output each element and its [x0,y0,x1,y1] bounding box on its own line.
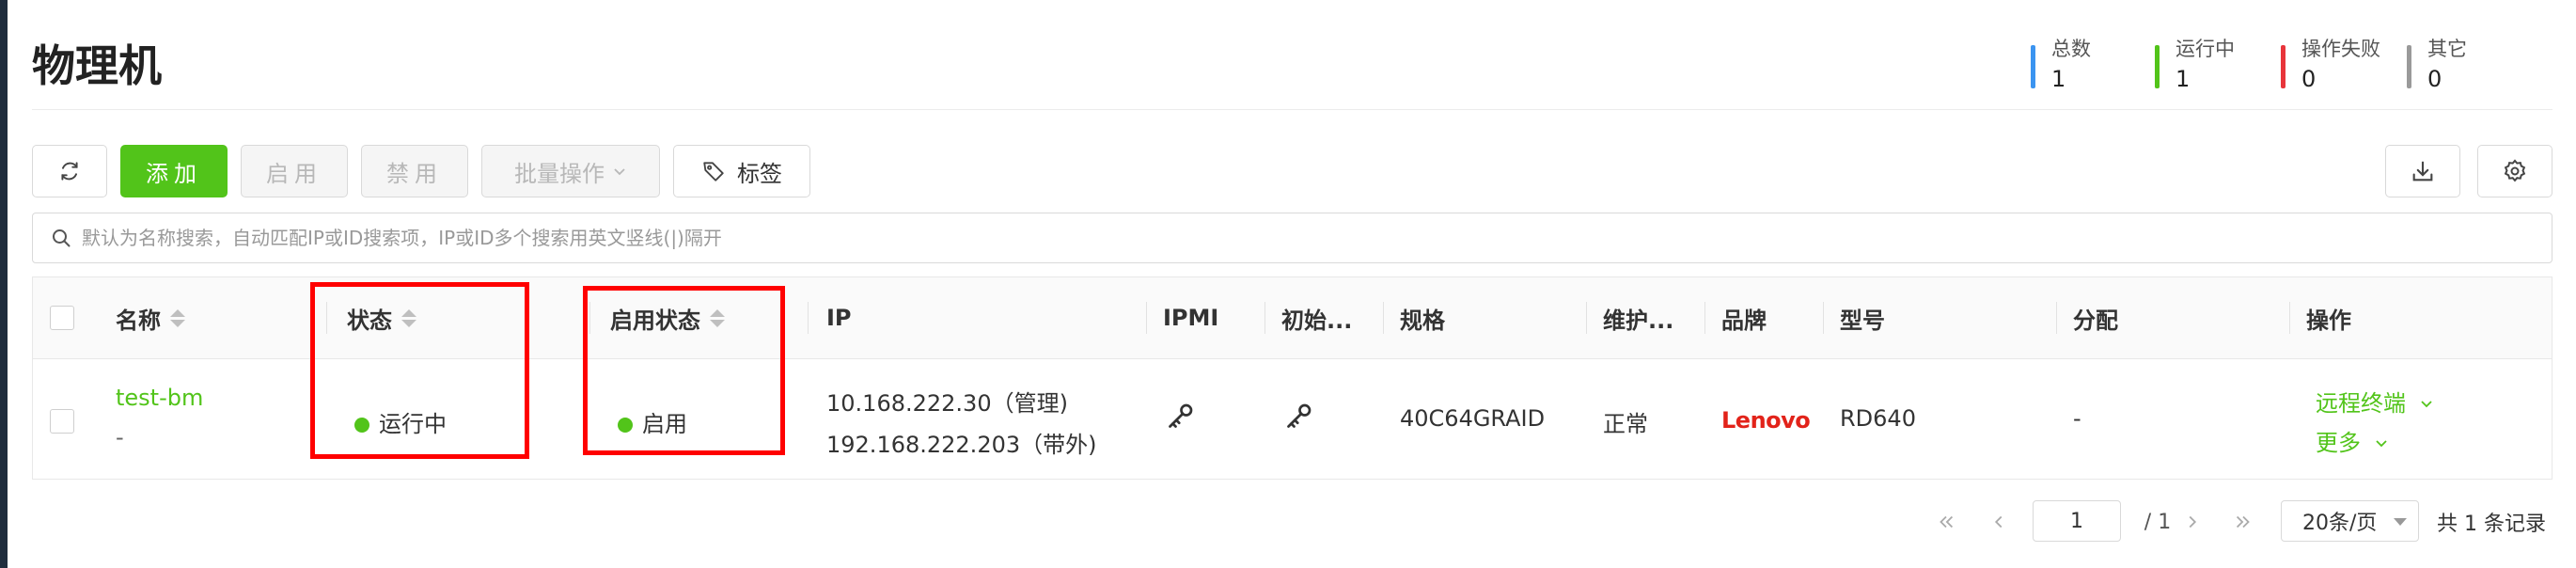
stat-other-bar [2407,45,2411,88]
settings-button[interactable] [2477,145,2552,197]
row-spec: 40C64GRAID [1400,405,1546,432]
page-size-label: 20条/页 [2302,512,2378,535]
total-records: 共 1 条记录 [2437,513,2546,536]
highlight-box-enabled [583,286,785,455]
column-header-init: 初始... [1281,307,1353,334]
row-model: RD640 [1840,405,1916,432]
batch-actions-label: 批量操作 [514,160,605,187]
header-divider [32,109,2552,110]
column-header-spec: 规格 [1400,307,1445,334]
ipmi-key-icon[interactable] [1163,400,1197,439]
chevron-down-icon [2421,401,2432,408]
column-separator [1146,302,1147,334]
download-button[interactable] [2385,145,2460,197]
prev-page-icon[interactable] [1980,500,2018,544]
stat-failed-bar [2281,45,2285,88]
highlight-box-status [310,282,529,459]
column-separator [1383,302,1384,334]
first-page-icon[interactable] [1927,500,1965,544]
gear-icon [2502,158,2528,184]
more-actions-label: 更多 [2316,430,2361,456]
column-separator [808,302,809,334]
stat-running-label: 运行中 [2175,38,2235,60]
row-assigned: - [2073,405,2081,432]
tag-button[interactable]: 标签 [673,145,810,197]
refresh-button[interactable] [32,145,107,197]
column-header-model: 型号 [1840,307,1885,334]
chevron-down-icon [2376,440,2387,448]
stat-failed-label: 操作失败 [2301,38,2380,60]
download-icon [2410,158,2436,184]
refresh-icon [57,159,82,183]
stat-total-label: 总数 [2051,38,2091,60]
brand-logo: Lenovo [1721,407,1811,434]
column-header-ipmi: IPMI [1163,305,1219,331]
stat-other-value: 0 [2427,66,2442,92]
column-header-assigned: 分配 [2073,307,2118,334]
stat-running-value: 1 [2175,66,2191,92]
stat-failed-value: 0 [2301,66,2317,92]
last-page-icon[interactable] [2224,500,2262,544]
stat-total-value: 1 [2051,66,2066,92]
init-key-icon[interactable] [1281,400,1315,439]
column-separator [1823,302,1824,334]
select-all-checkbox[interactable] [50,306,74,330]
column-separator [2289,302,2290,334]
remote-terminal-label: 远程终端 [2316,390,2406,417]
row-checkbox[interactable] [50,409,74,434]
search-input[interactable] [80,218,2552,258]
search-icon [50,227,72,249]
column-header-ip: IP [826,305,852,331]
row-name-sub: - [116,424,124,450]
column-separator [1704,302,1705,334]
remote-terminal-dropdown[interactable]: 远程终端 [2316,385,2434,418]
batch-actions-dropdown[interactable]: 批量操作 [481,145,660,197]
column-header-brand: 品牌 [1721,307,1767,334]
chevron-down-icon [612,164,627,179]
enable-button[interactable]: 启用 [241,145,348,197]
row-name-link[interactable]: test-bm [116,385,203,411]
column-header-actions: 操作 [2306,307,2351,334]
column-header-name[interactable]: 名称 [116,277,185,358]
stat-other-label: 其它 [2427,38,2467,60]
sort-icon [170,308,185,327]
page-title: 物理机 [32,40,162,91]
caret-down-icon [2394,518,2407,526]
disable-button[interactable]: 禁用 [361,145,468,197]
tag-label: 标签 [737,160,782,187]
tag-icon [701,159,726,183]
row-ip-oob: 192.168.222.203（带外) [826,432,1097,458]
column-separator [1264,302,1265,334]
page-number-input[interactable]: 1 [2033,500,2121,542]
add-button[interactable]: 添加 [120,145,228,197]
search-bar[interactable] [32,213,2552,263]
stat-running-bar [2155,45,2160,88]
left-nav-edge [0,0,8,568]
column-header-maintenance: 维护... [1603,307,1674,334]
column-name-label: 名称 [116,307,161,334]
column-separator [1586,302,1587,334]
row-ip-management: 10.168.222.30（管理) [826,390,1068,417]
page-size-select[interactable]: 20条/页 [2281,500,2419,542]
row-maintenance: 正常 [1603,411,1648,437]
column-separator [2056,302,2057,334]
next-page-icon[interactable] [2174,500,2211,544]
stat-total-bar [2031,45,2035,88]
more-actions-dropdown[interactable]: 更多 [2316,424,2389,457]
